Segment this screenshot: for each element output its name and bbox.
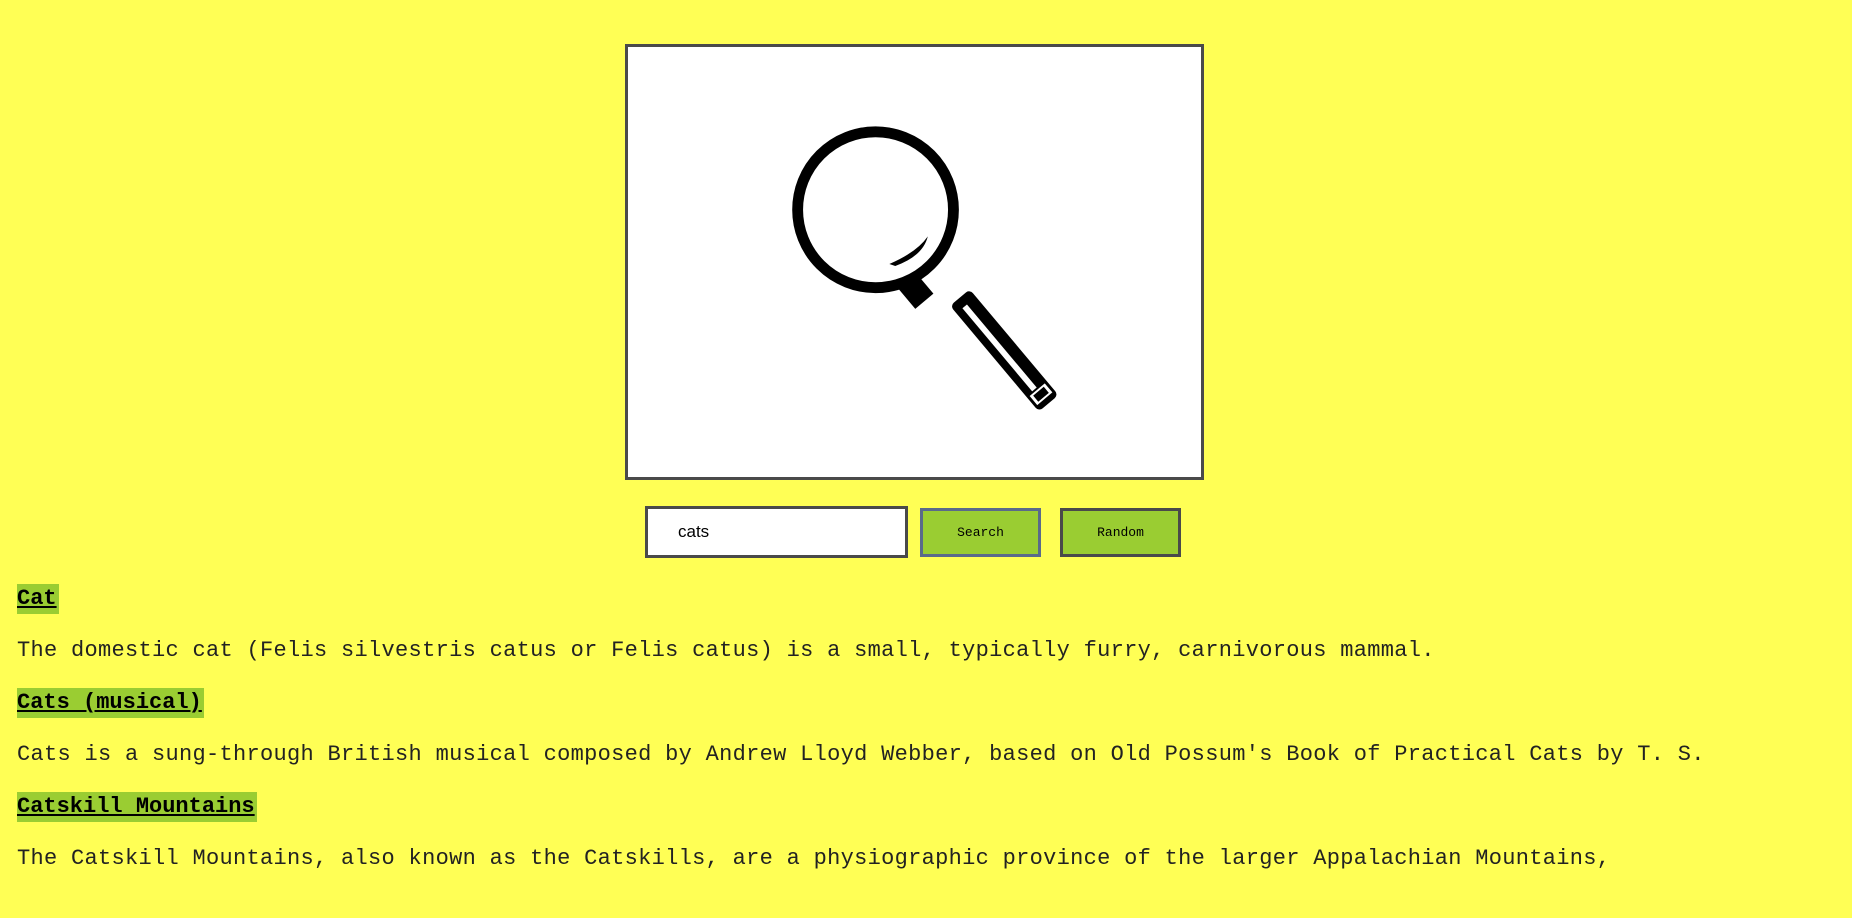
- result-item: Cats (musical) Cats is a sung-through Br…: [17, 688, 1847, 770]
- results-list: Cat The domestic cat (Felis silvestris c…: [17, 584, 1847, 896]
- magnifying-glass-icon: [792, 126, 1057, 410]
- result-item: Catskill Mountains The Catskill Mountain…: [17, 792, 1847, 874]
- random-button[interactable]: Random: [1060, 508, 1181, 557]
- logo-box: [625, 44, 1204, 480]
- result-title-link[interactable]: Cats (musical): [17, 688, 204, 718]
- result-title-link[interactable]: Cat: [17, 584, 59, 614]
- search-button[interactable]: Search: [920, 508, 1041, 557]
- result-snippet: The domestic cat (Felis silvestris catus…: [17, 638, 1435, 663]
- result-snippet: Cats is a sung-through British musical c…: [17, 742, 1705, 767]
- result-item: Cat The domestic cat (Felis silvestris c…: [17, 584, 1847, 666]
- search-input[interactable]: [645, 506, 908, 558]
- result-snippet: The Catskill Mountains, also known as th…: [17, 846, 1611, 871]
- page: Search Random Cat The domestic cat (Feli…: [0, 0, 1852, 918]
- result-title-link[interactable]: Catskill Mountains: [17, 792, 257, 822]
